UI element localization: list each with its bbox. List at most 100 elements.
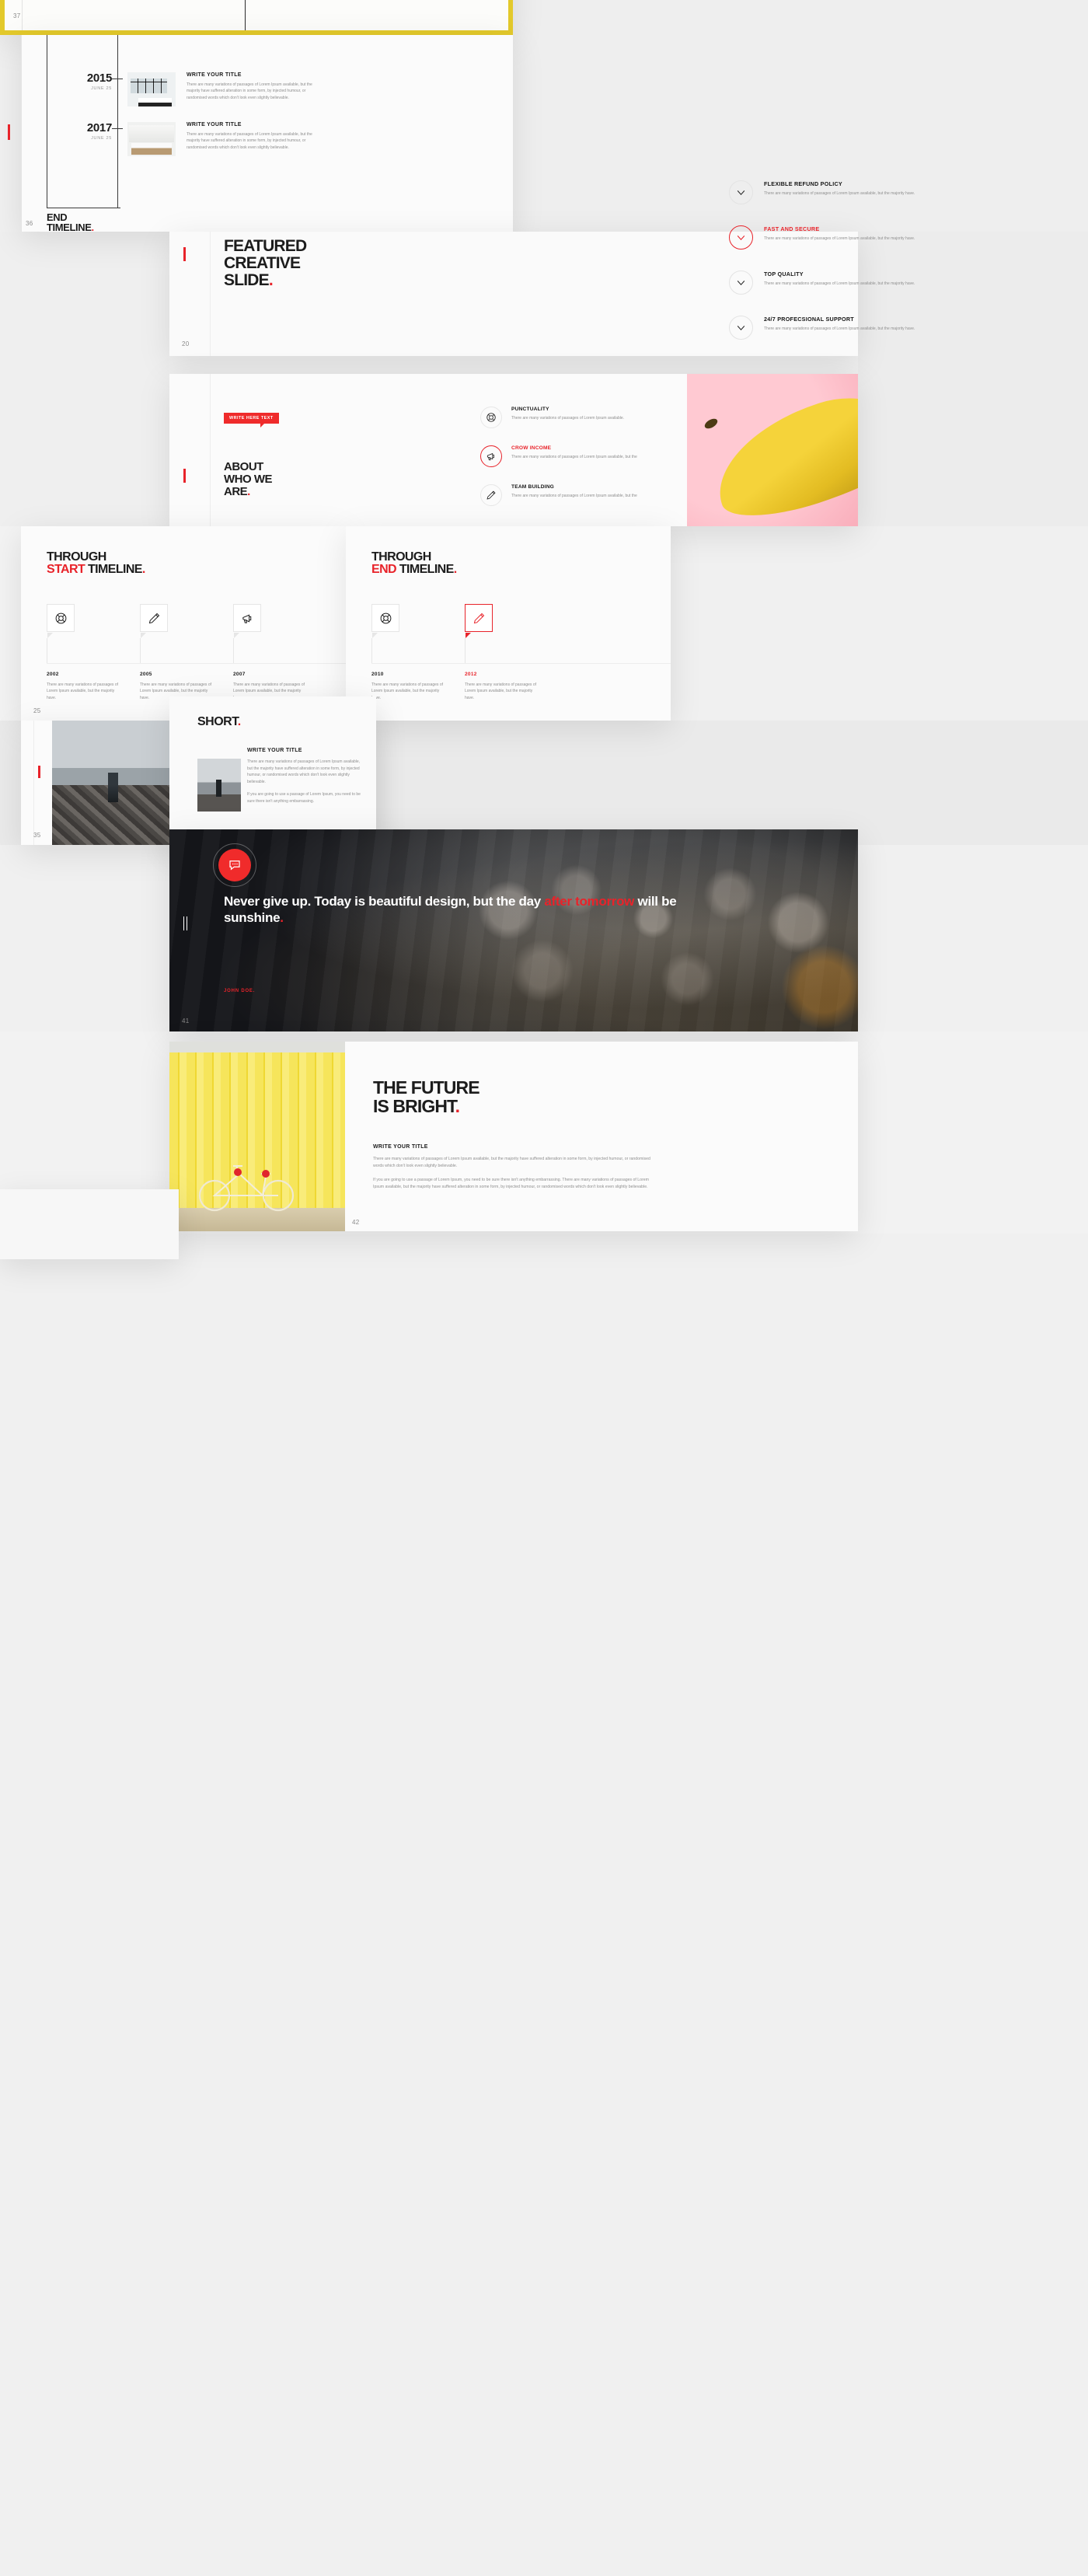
about-body: PUNCTUALITY There are many variations of…: [511, 407, 624, 421]
slide-32-short[interactable]: SHORT. WRITE YOUR TITLE There are many v…: [169, 696, 376, 845]
title-dot: .: [268, 271, 274, 289]
slide-25-start-timeline[interactable]: THROUGH START TIMELINE. 2002 There are m…: [21, 526, 346, 721]
title-dot: .: [247, 484, 250, 498]
pencil-icon: [480, 484, 502, 506]
person-silhouette: [108, 773, 119, 803]
check-icon: [729, 180, 753, 204]
slide-35-accent-bar: [38, 766, 40, 778]
timeline-year: 2012: [465, 672, 477, 677]
short-paragraph-2: If you are going to use a passage of Lor…: [247, 792, 361, 804]
feature-item[interactable]: 24/7 PROFECSIONAL SUPPORT There are many…: [729, 316, 1071, 340]
feature-body: FAST AND SECURE There are many variation…: [764, 225, 915, 242]
left-rule: [210, 232, 211, 356]
feature-item[interactable]: TOP QUALITY There are many variations of…: [729, 271, 1071, 295]
about-title-text: TEAM BUILDING: [511, 484, 554, 490]
check-icon: [729, 225, 753, 250]
quote-accent: after tomorrow: [544, 894, 635, 909]
check-icon: [729, 271, 753, 295]
slide-number-35: 35: [33, 832, 41, 839]
timeline-column[interactable]: 2012 There are many variations of passag…: [465, 604, 558, 700]
timeline-column[interactable]: 2005 There are many variations of passag…: [140, 604, 233, 700]
presentation-collage: 37 2015 JUNE 25 WRITE YOUR TITLE There a…: [0, 0, 1088, 2576]
feature-item[interactable]: FLEXIBLE REFUND POLICY There are many va…: [729, 180, 1071, 204]
quote-text: Never give up. Today is beautiful design…: [224, 893, 690, 926]
slide-27-end-timeline[interactable]: THROUGH END TIMELINE. 2010 There are man…: [346, 526, 671, 721]
slide-number-36: 36: [26, 220, 33, 227]
about-title-text: CROW INCOME: [511, 445, 552, 451]
slide-number-25: 25: [33, 707, 41, 714]
timeline-year: 2017: [86, 121, 112, 134]
walker-photo: [197, 759, 241, 812]
future-paragraph-2: If you are going to use a passage of Lor…: [373, 1178, 649, 1190]
quote-dot: .: [280, 910, 284, 926]
title-rest: TIMELINE: [85, 563, 142, 576]
slide-partial-bottom[interactable]: [0, 1189, 179, 1259]
timeline-column[interactable]: 2010 There are many variations of passag…: [371, 604, 465, 700]
wall-top-edge: [169, 1042, 345, 1052]
feature-title: TOP QUALITY: [764, 271, 804, 277]
slide-36-end-timeline[interactable]: 2015 JUNE 25 WRITE YOUR TITLE There are …: [21, 35, 513, 232]
slide-41-accent-bar: [183, 916, 187, 930]
badge-write-here-text[interactable]: WRITE HERE TEXT: [224, 409, 279, 428]
title-text: SHORT: [197, 715, 238, 728]
lifebuoy-icon: [47, 604, 75, 638]
timeline-spine: [245, 0, 246, 30]
timeline-entry-title: WRITE YOUR TITLE: [187, 122, 242, 127]
left-rule: [33, 721, 34, 845]
feature-text: There are many variations of passages of…: [764, 236, 915, 241]
bg-panel-left-mid: [0, 232, 169, 526]
title-dot: .: [453, 563, 457, 576]
timeline-entry[interactable]: 2015 JUNE 25 WRITE YOUR TITLE There are …: [64, 72, 326, 106]
timeline-stem: [371, 638, 372, 663]
megaphone-icon: [233, 604, 261, 638]
timeline-desc: There are many variations of passages of…: [465, 682, 536, 700]
future-title: THE FUTURE IS BRIGHT.: [373, 1077, 480, 1116]
chat-bubble-icon[interactable]: [218, 849, 251, 881]
slide-42-future-bright[interactable]: THE FUTURE IS BRIGHT. WRITE YOUR TITLE T…: [169, 1042, 858, 1231]
slide-28-about-who-we-are[interactable]: WRITE HERE TEXT ABOUT WHO WE ARE. PUNCTU…: [169, 374, 858, 526]
about-body: CROW INCOME There are many variations of…: [511, 445, 637, 460]
timeline-axis: [371, 663, 671, 664]
timeline-columns: 2002 There are many variations of passag…: [47, 604, 346, 700]
timeline-date: JUNE 25: [91, 136, 112, 141]
banana-tip: [703, 416, 720, 431]
lifebuoy-icon: [371, 604, 399, 638]
hiker-photo: [52, 721, 189, 845]
feature-title: FLEXIBLE REFUND POLICY: [764, 180, 842, 187]
timeline-column[interactable]: 2002 There are many variations of passag…: [47, 604, 140, 700]
left-rule: [21, 35, 22, 232]
title-line-1: FEATURED: [224, 237, 307, 255]
banana-photo: [687, 374, 858, 526]
feature-title: 24/7 PROFECSIONAL SUPPORT: [764, 316, 854, 323]
timeline-year: 2002: [47, 672, 59, 677]
timeline-stem: [233, 638, 234, 663]
slide-41-quote[interactable]: Never give up. Today is beautiful design…: [169, 829, 858, 1031]
about-text: There are many variations of passages of…: [511, 416, 625, 421]
title-dot: .: [237, 715, 241, 728]
future-body: WRITE YOUR TITLE There are many variatio…: [373, 1144, 653, 1198]
future-heading: WRITE YOUR TITLE: [373, 1144, 428, 1150]
timeline-axis: [47, 663, 346, 664]
left-rule: [210, 374, 211, 526]
timeline-column[interactable]: 2007 There are many variations of passag…: [233, 604, 326, 700]
short-heading: WRITE YOUR TITLE: [247, 748, 302, 753]
feature-body: FLEXIBLE REFUND POLICY There are many va…: [764, 180, 915, 197]
slide-37[interactable]: [0, 0, 513, 35]
audience-photo: [431, 829, 858, 1031]
banana-shape: [701, 378, 858, 526]
end-timeline-title: END TIMELINE.: [47, 212, 94, 232]
feature-item[interactable]: FAST AND SECURE There are many variation…: [729, 225, 1071, 250]
about-title: ABOUT WHO WE ARE.: [224, 460, 273, 498]
slide-number-41: 41: [182, 1017, 190, 1024]
quote-part-1: Never give up. Today is beautiful design…: [224, 894, 545, 909]
title-line-1: ABOUT: [224, 460, 263, 473]
timeline-year: 2015: [86, 72, 112, 85]
feature-title: FAST AND SECURE: [764, 225, 820, 232]
slide-36-accent-bar: [8, 124, 10, 140]
timeline-entry[interactable]: 2017 JUNE 25 WRITE YOUR TITLE There are …: [64, 122, 326, 156]
about-title-text: PUNCTUALITY: [511, 407, 549, 412]
timeline-entry-title: WRITE YOUR TITLE: [187, 72, 242, 78]
quote-author: JOHN DOE.: [224, 989, 256, 993]
title-line-1: THE FUTURE: [373, 1077, 480, 1098]
end-timeline-title: THROUGH END TIMELINE.: [371, 551, 457, 576]
